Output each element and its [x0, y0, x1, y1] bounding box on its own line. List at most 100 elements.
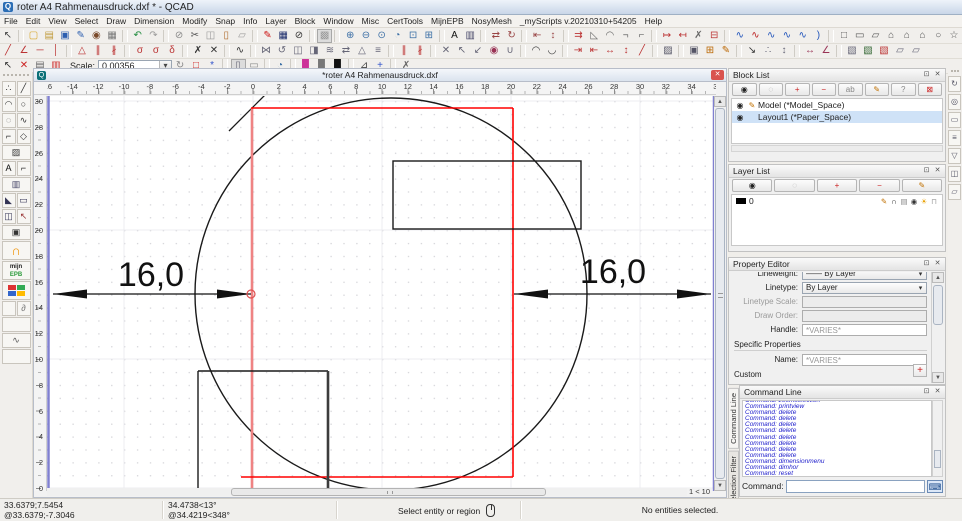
- menu-select[interactable]: Select: [71, 15, 103, 28]
- offset-duplicate-button[interactable]: ∥: [397, 44, 412, 58]
- ellipse-tools-button[interactable]: ◌: [1, 112, 16, 128]
- handle-input[interactable]: *VARIES*: [802, 323, 927, 336]
- attribute-button[interactable]: ✎: [719, 44, 734, 58]
- layer-lock-icon[interactable]: ⊓: [929, 197, 939, 206]
- tool-blank-3-button[interactable]: [1, 348, 31, 364]
- menu-nosymesh[interactable]: NosyMesh: [468, 15, 516, 28]
- bevel-button[interactable]: ◺: [587, 29, 602, 43]
- modify-tools-button[interactable]: ◣: [1, 192, 16, 208]
- add-custom-property-button[interactable]: +: [913, 364, 927, 377]
- boolean-union-button[interactable]: ∪: [503, 44, 518, 58]
- dock-list-button[interactable]: ≡: [948, 130, 961, 146]
- menu-edit[interactable]: Edit: [22, 15, 45, 28]
- scroll-down-icon[interactable]: ▼: [932, 372, 944, 383]
- part-library-button[interactable]: ▧: [845, 44, 860, 58]
- modify-flip-button[interactable]: ◨: [307, 44, 322, 58]
- mirror-button[interactable]: ↕: [546, 29, 561, 43]
- close-red-button[interactable]: ✕: [17, 59, 32, 73]
- modify-mirror-button[interactable]: ◫: [291, 44, 306, 58]
- scroll-down-icon[interactable]: ▼: [714, 480, 726, 491]
- point-tools-button[interactable]: ∴: [1, 80, 16, 96]
- property-painter-button[interactable]: ✎: [260, 29, 275, 43]
- line-vertical-button[interactable]: │: [49, 44, 64, 58]
- zoom-out-button[interactable]: ⊖: [359, 29, 374, 43]
- remove-block-ref-button[interactable]: ▧: [877, 44, 892, 58]
- line-two-points-button[interactable]: ╱: [1, 44, 16, 58]
- leader-button[interactable]: ↘: [745, 44, 760, 58]
- auto-zoom-button[interactable]: ⊙: [374, 29, 389, 43]
- bitmap-export-button[interactable]: ◉: [89, 29, 104, 43]
- arc-reverse-button[interactable]: ◡: [545, 44, 560, 58]
- window-titlebar[interactable]: Q roter A4 Rahmenausdruck.dxf * - QCAD: [0, 0, 962, 15]
- edit-layer-button[interactable]: ✎: [901, 179, 943, 192]
- arc-tangent-button[interactable]: ◠: [529, 44, 544, 58]
- solid-tools-button[interactable]: ▣: [1, 224, 31, 240]
- misc-script-tool-button[interactable]: [1, 280, 31, 300]
- menu-block[interactable]: Block: [291, 15, 320, 28]
- measure-angle-button[interactable]: ∠: [819, 44, 834, 58]
- menu-certtools[interactable]: CertTools: [383, 15, 427, 28]
- tool-blank-2-button[interactable]: [1, 316, 31, 332]
- selection-pointer-button[interactable]: ↖: [1, 29, 16, 43]
- vertical-scrollbar[interactable]: ▲ ▼: [714, 96, 726, 491]
- text-box-button[interactable]: ▣: [687, 44, 702, 58]
- block-list-scrollbar[interactable]: [731, 145, 943, 152]
- layer-on-icon[interactable]: ☀: [919, 197, 929, 206]
- zoom-window-button[interactable]: ⊡: [406, 29, 421, 43]
- scroll-up-icon[interactable]: ▲: [714, 96, 726, 107]
- save-file-button[interactable]: ▣: [58, 29, 73, 43]
- hatch-button[interactable]: ▨: [661, 44, 676, 58]
- line-parallel-button[interactable]: ∥: [91, 44, 106, 58]
- screen-linetypes-button[interactable]: ⊘: [292, 29, 307, 43]
- horizontal-scrollbar[interactable]: [47, 488, 704, 496]
- lengthen-button[interactable]: ↦: [660, 29, 675, 43]
- undo-button[interactable]: ↶: [130, 29, 145, 43]
- toolbar-grip[interactable]: [951, 70, 959, 74]
- polyline-from-segments-button[interactable]: ∿: [748, 29, 763, 43]
- paste-special-button[interactable]: ▱: [235, 29, 250, 43]
- rename-block-button[interactable]: ab: [838, 83, 863, 96]
- hide-all-layers-button[interactable]: ◌: [774, 179, 815, 192]
- drawing-canvas[interactable]: 16,0 16,0: [47, 96, 716, 491]
- float-panel-icon[interactable]: ⊡: [921, 70, 932, 80]
- freehand-line-button[interactable]: ∿: [233, 44, 248, 58]
- measure-distance-button[interactable]: ↔: [803, 44, 818, 58]
- polyline-morph-button[interactable]: ): [811, 29, 826, 43]
- paste-reference-2-button[interactable]: ▱: [909, 44, 924, 58]
- line-angle-button[interactable]: ∠: [17, 44, 32, 58]
- polyline-add-node-button[interactable]: ∿: [764, 29, 779, 43]
- menu-window[interactable]: Window: [319, 15, 357, 28]
- float-panel-icon[interactable]: ⊡: [921, 259, 932, 269]
- offset-distance-button[interactable]: ∦: [413, 44, 428, 58]
- scroll-up-icon[interactable]: ▲: [932, 272, 944, 283]
- text-tool-button[interactable]: A: [447, 29, 462, 43]
- line-orthogonal-button[interactable]: σ: [149, 44, 164, 58]
- arch-tool-button[interactable]: ∩: [1, 240, 31, 260]
- polyline-delete-node-button[interactable]: ∿: [780, 29, 795, 43]
- dock-info-button[interactable]: ▱: [948, 184, 961, 200]
- remove-block-button[interactable]: −: [811, 83, 836, 96]
- line-relative-angle-button[interactable]: δ: [165, 44, 180, 58]
- line-protractor-button[interactable]: △: [75, 44, 90, 58]
- layer-edit-icon[interactable]: ✎: [879, 197, 889, 206]
- layer-print-icon[interactable]: ▤: [899, 197, 909, 206]
- dim-aligned-button[interactable]: ⇥: [571, 44, 586, 58]
- keyboard-icon[interactable]: ⌨: [927, 479, 943, 493]
- close-drawing-icon[interactable]: ✕: [711, 70, 724, 80]
- scale-tool-button[interactable]: ⇤: [530, 29, 545, 43]
- print-file-button[interactable]: ▦: [105, 29, 120, 43]
- polyline-draw-button[interactable]: ∿: [732, 29, 747, 43]
- layer-color-swatch[interactable]: [736, 198, 746, 204]
- close-panel-icon[interactable]: ✕: [932, 70, 943, 80]
- dark-background-button[interactable]: ▦: [276, 29, 291, 43]
- shape-tools-button[interactable]: ◇: [16, 128, 31, 144]
- zoom-previous-button[interactable]: ◔: [390, 29, 405, 43]
- modify-align-button[interactable]: ≡: [371, 44, 386, 58]
- line-bisector-button[interactable]: σ: [133, 44, 148, 58]
- detect-duplicates-button[interactable]: ◉: [487, 44, 502, 58]
- arc-tools-button[interactable]: ◠: [1, 96, 16, 112]
- redo-button[interactable]: ↷: [146, 29, 161, 43]
- image-tools-button[interactable]: ▥: [1, 176, 31, 192]
- break-out-segment-button[interactable]: ⊟: [707, 29, 722, 43]
- trim-both-button[interactable]: ⌐: [634, 29, 649, 43]
